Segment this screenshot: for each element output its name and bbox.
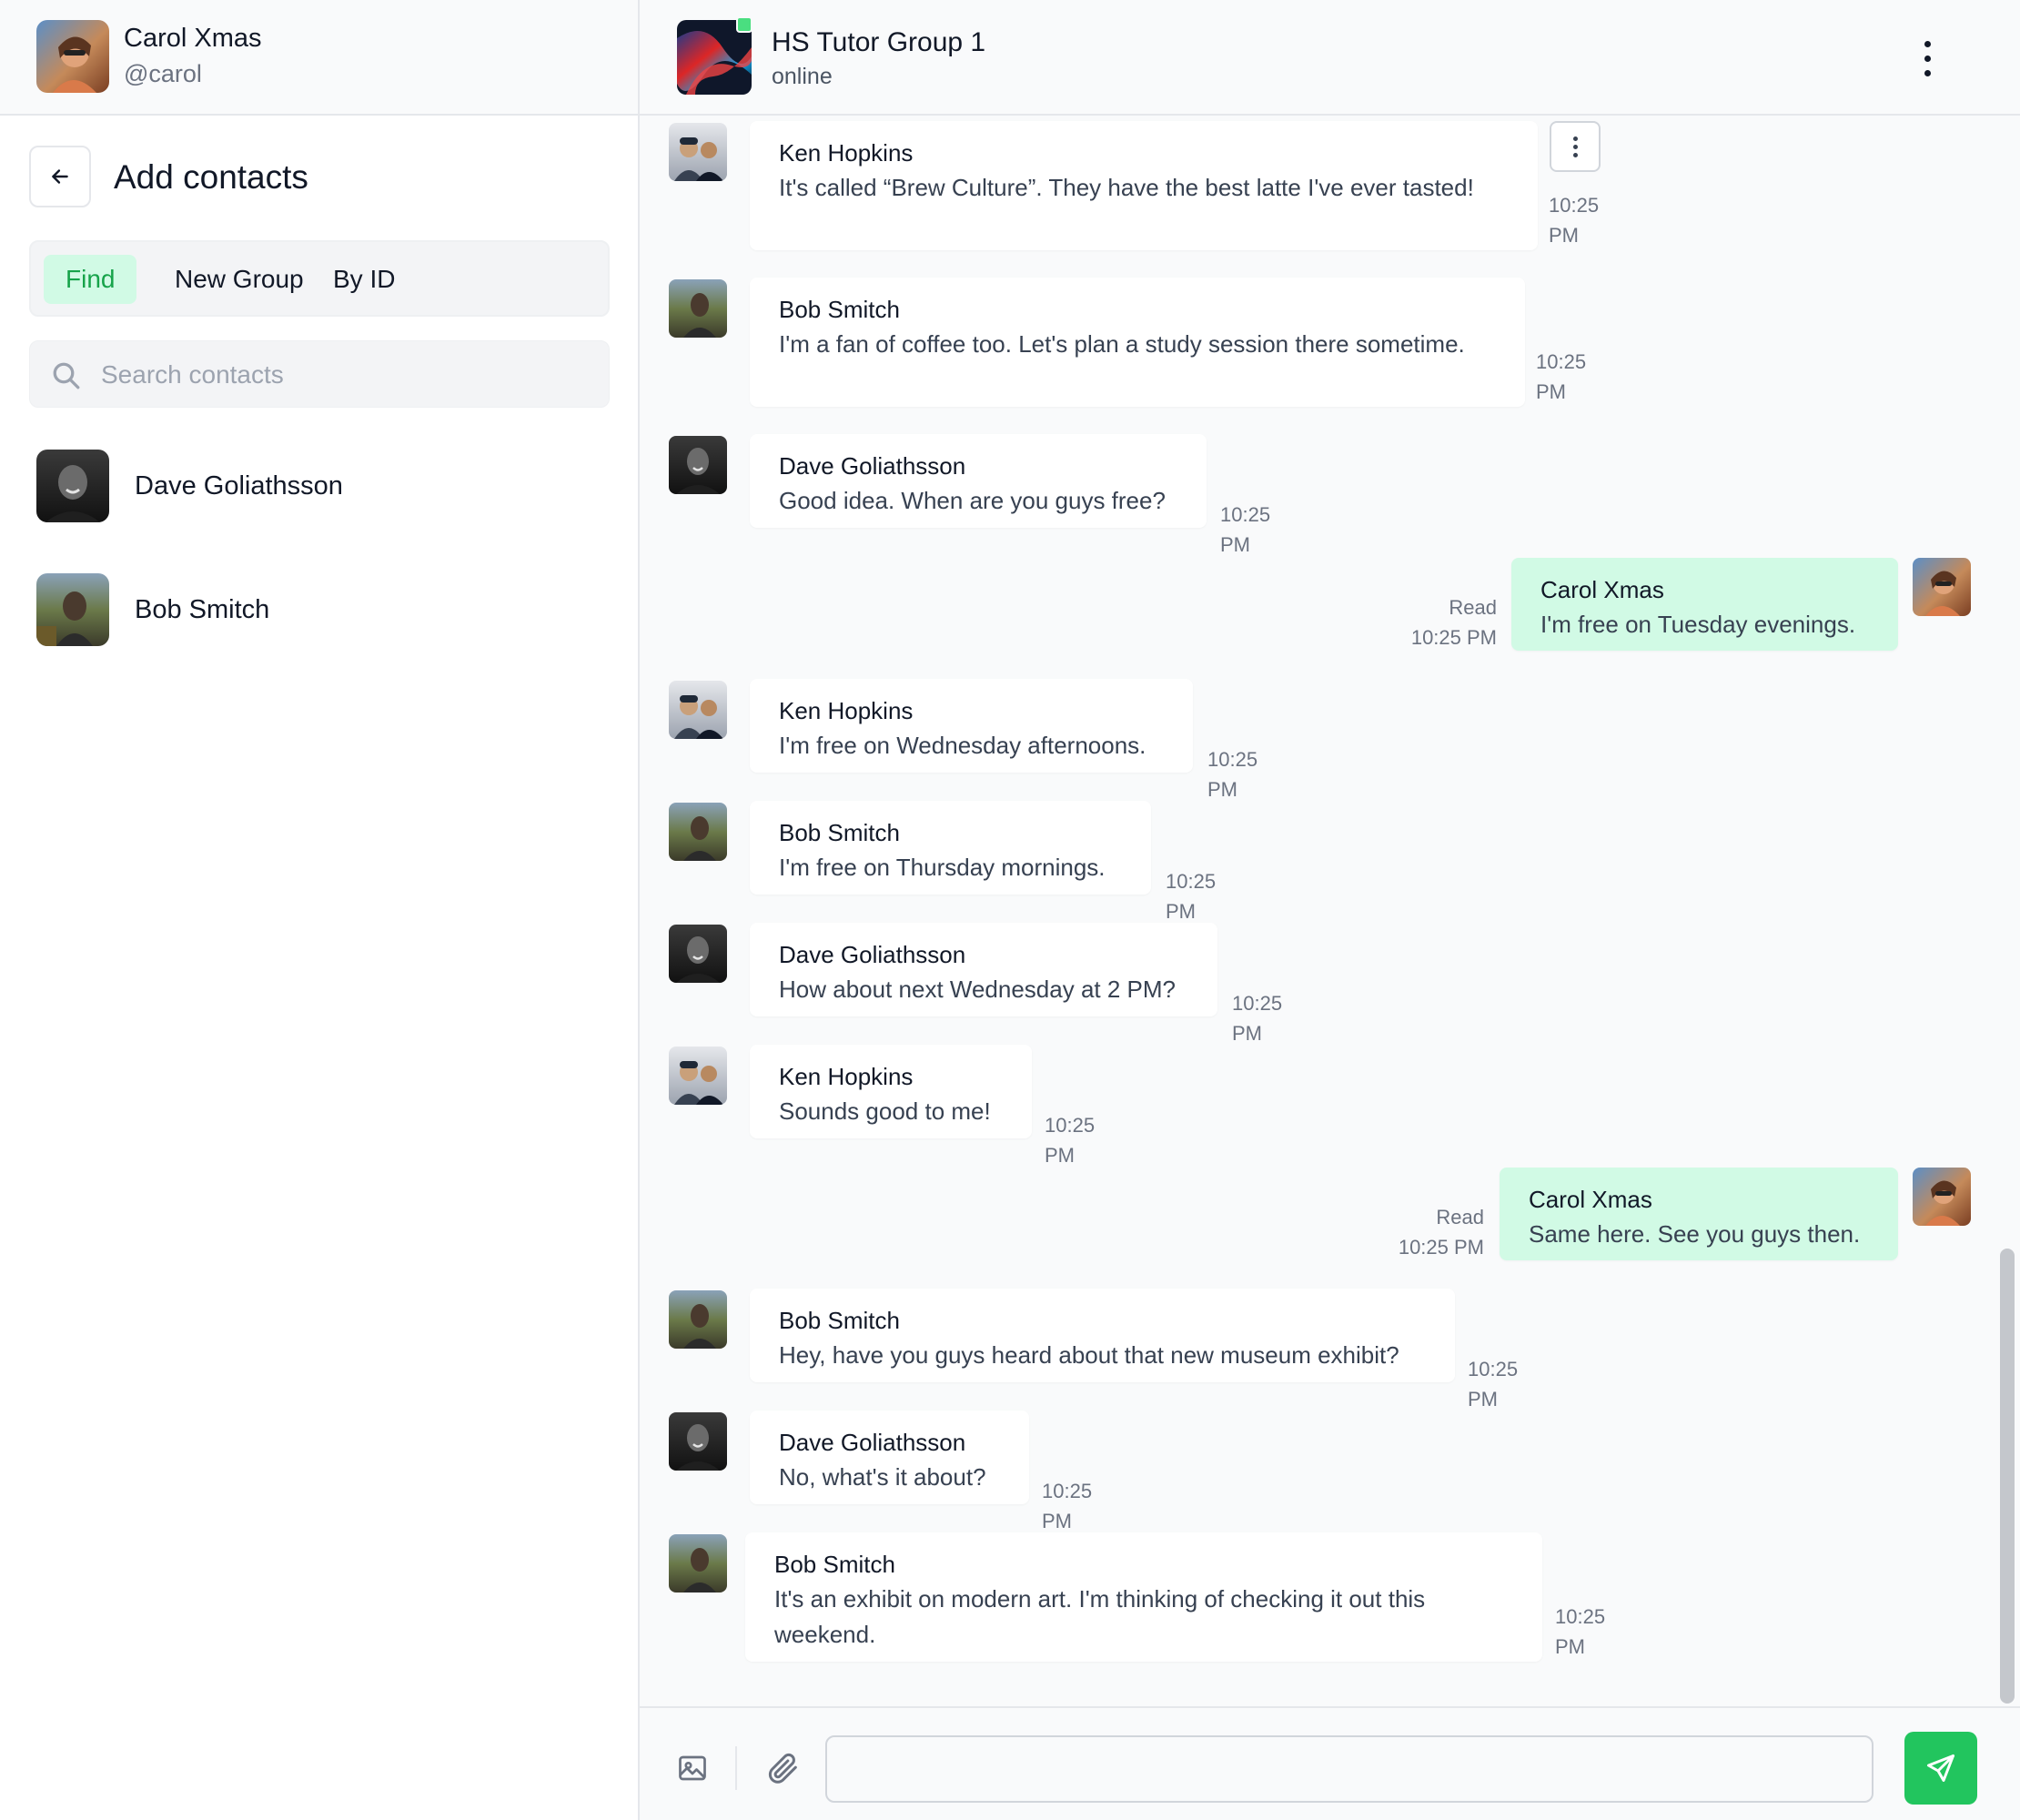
ken-avatar[interactable] [669,1046,727,1105]
message-bubble[interactable]: Bob Smitch I'm free on Thursday mornings… [750,801,1151,895]
image-icon[interactable] [676,1752,709,1785]
message-bubble[interactable]: Ken Hopkins I'm free on Wednesday aftern… [750,679,1193,773]
message-bubble[interactable]: Carol Xmas Same here. See you guys then. [1500,1168,1898,1260]
message-text: Hey, have you guys heard about that new … [779,1341,1399,1369]
tab-new-group[interactable]: New Group [153,255,326,304]
message-sender: Ken Hopkins [779,697,914,724]
contact-item-dave[interactable]: Dave Goliathsson [0,431,638,541]
panel-title: Add contacts [114,158,308,196]
chat-header: HS Tutor Group 1 online [640,0,2020,116]
tab-find[interactable]: Find [44,255,137,304]
dave-avatar[interactable] [669,1412,727,1471]
message-bubble[interactable]: Ken Hopkins It's called “Brew Culture”. … [750,121,1538,250]
ken-avatar[interactable] [669,123,727,181]
carol-avatar[interactable] [1913,558,1971,616]
search-box [29,340,610,408]
message-text: I'm free on Thursday mornings. [779,854,1106,881]
message-time: 10:25 PM [1232,992,1283,1045]
contacts-panel: Carol Xmas @carol Add contacts Find New … [0,0,640,1820]
message-sender: Carol Xmas [1540,576,1664,603]
message-bubble[interactable]: Dave Goliathsson How about next Wednesda… [750,923,1217,1016]
message-more-icon[interactable] [1550,121,1601,172]
dave-avatar [36,450,109,522]
message-time: 10:25 PM [1166,870,1217,923]
message-sender: Ken Hopkins [779,1063,914,1090]
message-text: I'm free on Tuesday evenings. [1540,611,1856,638]
online-indicator [736,16,752,33]
message-time: 10:25 PM [1468,1358,1519,1410]
message-time: 10:25 PM [1555,1605,1606,1658]
message-time: 10:25 PM [1042,1480,1093,1532]
bob-avatar[interactable] [669,1534,727,1592]
dave-avatar[interactable] [669,925,727,983]
arrow-left-icon [52,169,68,184]
carol-avatar[interactable] [1913,1168,1971,1226]
message-text: I'm free on Wednesday afternoons. [779,732,1146,759]
send-icon [1927,1754,1954,1782]
send-button[interactable] [1904,1732,1977,1805]
message-time: 10:25 PM [1549,194,1600,247]
message-read-status: Read [1436,1206,1484,1228]
message-sender: Dave Goliathsson [779,452,966,480]
message-bubble[interactable]: Dave Goliathsson Good idea. When are you… [750,434,1207,528]
message-text: No, what's it about? [779,1463,986,1491]
profile-handle: @carol [124,60,202,87]
search-input[interactable] [101,350,592,399]
tab-by-id[interactable]: By ID [311,255,417,304]
message-bubble[interactable]: Bob Smitch Hey, have you guys heard abou… [750,1289,1455,1382]
message-text: Good idea. When are you guys free? [779,487,1166,514]
message-composer [640,1706,2020,1820]
chat-panel: HS Tutor Group 1 online Ken Hopkins It's… [640,0,2020,1820]
message-time: 10:25 PM [1045,1114,1096,1167]
message-bubble[interactable]: Bob Smitch I'm a fan of coffee too. Let'… [750,278,1525,407]
message-text: It's called “Brew Culture”. They have th… [779,174,1474,201]
message-input[interactable] [825,1735,1874,1803]
message-text: I'm a fan of coffee too. Let's plan a st… [779,330,1465,358]
profile-name: Carol Xmas [124,24,262,53]
message-time: 10:25 PM [1220,503,1271,556]
message-sender: Bob Smitch [779,296,900,323]
chat-scrollbar[interactable] [2000,1249,2015,1704]
message-time: 10:25 PM [1410,626,1497,649]
message-bubble[interactable]: Ken Hopkins Sounds good to me! [750,1045,1032,1138]
more-vertical-icon[interactable] [1914,36,1941,80]
message-sender: Bob Smitch [774,1551,895,1578]
message-text: Same here. See you guys then. [1529,1220,1861,1248]
contact-item-bob[interactable]: Bob Smitch [0,555,638,664]
search-icon [53,362,80,389]
bob-avatar[interactable] [669,1290,727,1349]
bob-avatar [36,573,109,646]
message-bubble[interactable]: Carol Xmas I'm free on Tuesday evenings. [1511,558,1898,651]
composer-divider [735,1746,737,1790]
message-sender: Carol Xmas [1529,1186,1652,1213]
message-list: Ken Hopkins It's called “Brew Culture”. … [640,117,2020,1706]
message-sender: Ken Hopkins [779,139,914,167]
message-bubble[interactable]: Bob Smitch It's an exhibit on modern art… [745,1532,1542,1662]
dave-avatar[interactable] [669,436,727,494]
back-button[interactable] [29,146,91,207]
message-sender: Bob Smitch [779,1307,900,1334]
message-sender: Dave Goliathsson [779,941,966,968]
message-text: How about next Wednesday at 2 PM? [779,976,1176,1003]
message-read-status: Read [1449,596,1497,619]
contact-tabs: Find New Group By ID [29,240,610,317]
bob-avatar[interactable] [669,279,727,338]
paperclip-icon[interactable] [765,1750,802,1786]
chat-title: HS Tutor Group 1 [772,27,986,57]
carol-avatar[interactable] [36,20,109,93]
message-time: 10:25 PM [1398,1236,1484,1259]
message-text: It's an exhibit on modern art. I'm think… [774,1585,1426,1648]
message-time: 10:25 PM [1207,748,1258,801]
contact-name: Bob Smitch [135,595,270,624]
profile-header: Carol Xmas @carol [0,0,638,116]
chat-status: online [772,64,833,89]
message-time: 10:25 PM [1536,350,1587,403]
ken-avatar[interactable] [669,681,727,739]
message-sender: Bob Smitch [779,819,900,846]
message-sender: Dave Goliathsson [779,1429,966,1456]
message-bubble[interactable]: Dave Goliathsson No, what's it about? [750,1410,1029,1504]
contact-name: Dave Goliathsson [135,471,343,500]
message-text: Sounds good to me! [779,1097,991,1125]
bob-avatar[interactable] [669,803,727,861]
